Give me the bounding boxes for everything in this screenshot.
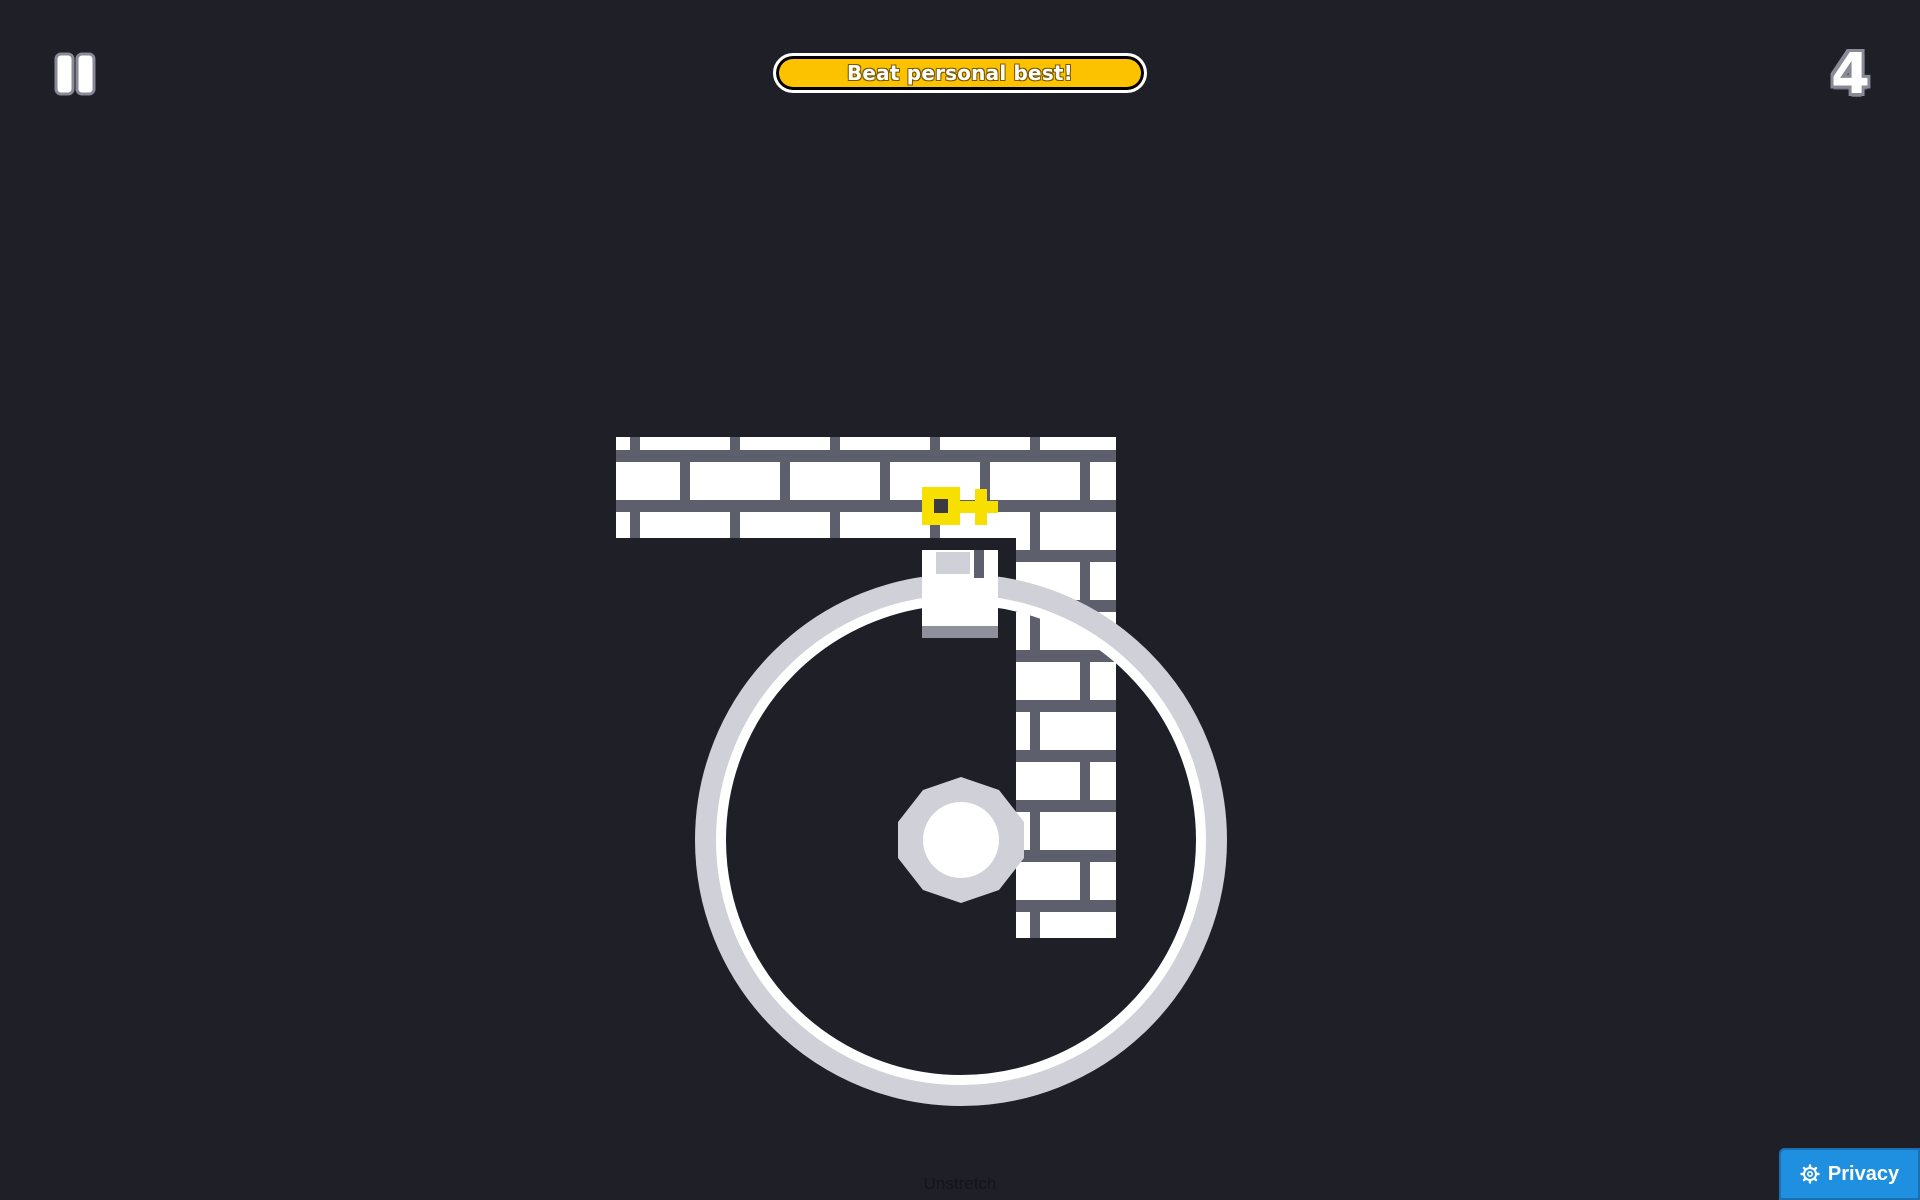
privacy-button[interactable]: Privacy — [1779, 1148, 1920, 1200]
unstretch-link[interactable]: Unstretch — [0, 1174, 1920, 1194]
game-level — [616, 437, 1227, 1106]
brick-wall-top — [616, 437, 1116, 538]
brick-wall-column — [1016, 538, 1116, 938]
center-hub-core — [923, 802, 999, 878]
key-icon — [922, 487, 998, 525]
privacy-label: Privacy — [1827, 1162, 1900, 1185]
gear-icon — [1800, 1164, 1820, 1184]
lock-block — [922, 550, 998, 638]
